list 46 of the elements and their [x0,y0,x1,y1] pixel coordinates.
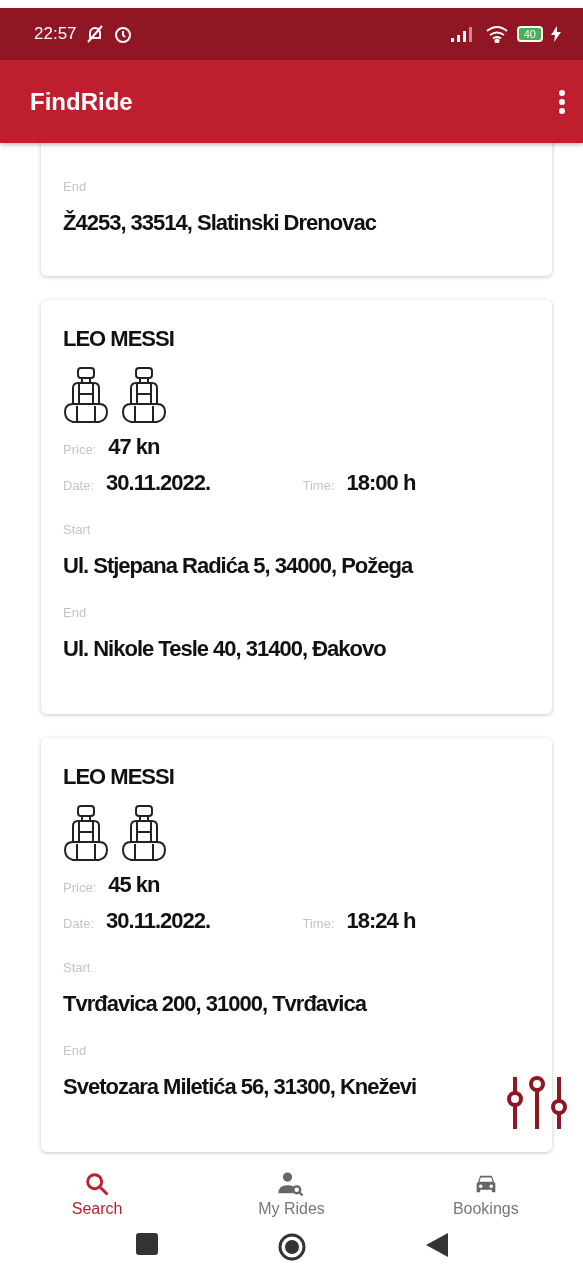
price-value: 47 kn [108,434,160,460]
nav-tab[interactable]: Search [27,1169,168,1219]
ride-card[interactable]: End Ž4253, 33514, Slatinski Drenovac [41,143,552,276]
seat-icon [121,366,167,424]
more-options-icon[interactable] [559,89,565,114]
nav-tab[interactable]: My Rides [221,1169,362,1219]
seat-icon [63,366,109,424]
ride-card[interactable]: LEO MESSI Price: 47 kn Date: 30.11.2022. Time: 18:00 h Start Ul. Stjepana Radića 5, 34000, Požega End Ul. Nikole Tesle 40, 31400, Đakovo [41,300,552,714]
time-label: Time: [302,478,335,493]
time-value: 18:00 h [346,470,416,496]
nav-tab[interactable]: Bookings [415,1169,556,1219]
start-address: Tvrđavica 200, 31000, Tvrđavica [63,991,368,1017]
start-address: Ul. Stjepana Radića 5, 34000, Požega [63,553,414,579]
app-title: FindRide [30,87,134,116]
price-label: Price: [63,880,97,895]
start-label: Start [63,960,92,975]
recents-icon[interactable] [135,1233,158,1255]
end-address: Svetozara Miletića 56, 31300, Kneževi [63,1074,418,1100]
date-value: 30.11.2022. [106,908,211,934]
date-label: Date: [63,916,95,931]
time-label: Time: [302,916,335,931]
price-value: 45 kn [108,872,160,898]
charging-icon [551,26,561,42]
home-icon[interactable] [277,1233,306,1261]
date-value: 30.11.2022. [106,470,211,496]
end-label: End [63,1043,88,1058]
end-address: Ul. Nikole Tesle 40, 31400, Đakovo [63,636,387,662]
date-label: Date: [63,478,95,493]
price-label: Price: [63,442,97,457]
seat-icon [121,804,167,862]
end-address: Ž4253, 33514, Slatinski Drenovac [63,210,378,236]
status-time: 22:57 [34,24,77,44]
mute-icon [84,24,105,44]
driver-name: LEO MESSI [63,326,175,352]
end-label: End [63,605,88,620]
battery-indicator: 40 [516,26,543,42]
ride-card[interactable]: LEO MESSI Price: 45 kn Date: 30.11.2022. Time: 18:24 h Start Tvrđavica 200, 31000, Tvrđavica End Svetozara Miletića 56, 31300, Kneževi [41,738,552,1152]
back-icon[interactable] [425,1233,448,1257]
time-value: 18:24 h [346,908,416,934]
wifi-icon [484,25,509,43]
filter-icon[interactable] [507,1075,569,1131]
driver-name: LEO MESSI [63,764,175,790]
end-label: End [63,179,88,194]
alarm-icon [112,24,133,44]
seat-icon [63,804,109,862]
start-label: Start [63,522,92,537]
